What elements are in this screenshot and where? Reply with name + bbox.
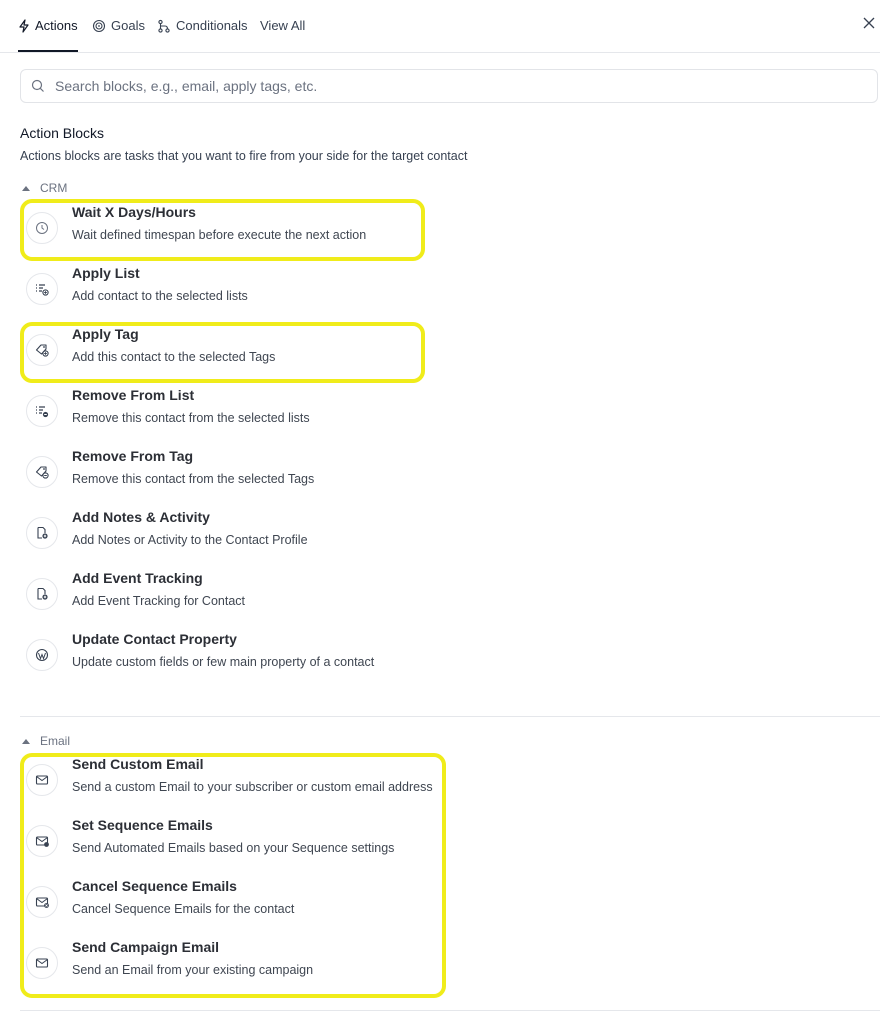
tab-actions[interactable]: Actions xyxy=(18,0,78,52)
block-icon-wrap xyxy=(26,273,58,305)
group-toggle-crm[interactable]: CRM xyxy=(22,181,67,195)
group-label-email: Email xyxy=(40,734,71,748)
list-add-icon xyxy=(36,284,49,296)
block-subtitle: Send Automated Emails based on your Sequ… xyxy=(72,841,395,855)
block-subtitle: Add Event Tracking for Contact xyxy=(72,594,246,608)
tab-bar: Actions Goals Conditionals View All xyxy=(0,0,880,53)
section-description: Actions blocks are tasks that you want t… xyxy=(20,149,468,163)
tab-view-all[interactable]: View All xyxy=(260,0,305,51)
block-apply-tag[interactable]: Apply Tag Add this contact to the select… xyxy=(26,325,526,375)
block-title: Apply Tag xyxy=(72,326,139,342)
tab-view-all-label: View All xyxy=(260,18,306,33)
block-wait[interactable]: Wait X Days/Hours Wait defined timespan … xyxy=(26,203,526,253)
block-icon-wrap xyxy=(26,639,58,671)
caret-up-icon xyxy=(22,738,30,744)
group-toggle-email[interactable]: Email xyxy=(22,734,70,748)
block-icon-wrap xyxy=(26,764,58,796)
block-icon-wrap xyxy=(26,947,58,979)
tag-add-icon xyxy=(35,344,49,357)
event-add-icon xyxy=(37,587,48,600)
block-title: Send Custom Email xyxy=(72,756,204,772)
block-title: Set Sequence Emails xyxy=(72,817,213,833)
email-sequence-icon xyxy=(35,836,49,847)
block-title: Wait X Days/Hours xyxy=(72,204,196,220)
block-add-notes[interactable]: Add Notes & Activity Add Notes or Activi… xyxy=(26,508,526,558)
block-subtitle: Add contact to the selected lists xyxy=(72,289,248,303)
block-subtitle: Add Notes or Activity to the Contact Pro… xyxy=(72,533,308,547)
block-subtitle: Send a custom Email to your subscriber o… xyxy=(72,780,433,794)
search-icon xyxy=(31,79,44,92)
block-subtitle: Remove this contact from the selected li… xyxy=(72,411,310,425)
tab-goals[interactable]: Goals xyxy=(92,0,145,51)
tab-actions-label: Actions xyxy=(35,18,78,33)
divider xyxy=(20,1010,880,1011)
block-title: Send Campaign Email xyxy=(72,939,220,955)
tag-remove-icon xyxy=(35,466,49,479)
block-subtitle: Send an Email from your existing campaig… xyxy=(72,963,314,977)
block-title: Add Notes & Activity xyxy=(72,509,210,525)
note-add-icon xyxy=(37,526,48,539)
tab-goals-label: Goals xyxy=(111,18,145,33)
block-icon-wrap xyxy=(26,212,58,244)
block-remove-tag[interactable]: Remove From Tag Remove this contact from… xyxy=(26,447,526,497)
bolt-icon xyxy=(19,18,29,33)
block-subtitle: Cancel Sequence Emails for the contact xyxy=(72,902,295,916)
group-label-crm: CRM xyxy=(40,181,68,195)
divider xyxy=(20,716,880,717)
tab-conditionals-label: Conditionals xyxy=(176,18,248,33)
block-icon-wrap xyxy=(26,825,58,857)
block-send-custom-email[interactable]: Send Custom Email Send a custom Email to… xyxy=(26,755,526,805)
block-title: Cancel Sequence Emails xyxy=(72,878,237,894)
block-remove-list[interactable]: Remove From List Remove this contact fro… xyxy=(26,386,526,436)
block-event-tracking[interactable]: Add Event Tracking Add Event Tracking fo… xyxy=(26,569,526,619)
block-send-campaign[interactable]: Send Campaign Email Send an Email from y… xyxy=(26,938,526,988)
close-button[interactable] xyxy=(862,16,880,34)
clock-icon xyxy=(36,222,48,234)
close-icon xyxy=(863,17,875,29)
wordpress-icon xyxy=(35,648,49,662)
email-campaign-icon xyxy=(35,958,48,968)
caret-up-icon xyxy=(22,185,30,191)
list-remove-icon xyxy=(36,406,49,418)
search-box xyxy=(20,69,878,103)
block-subtitle: Add this contact to the selected Tags xyxy=(72,350,276,364)
branch-icon xyxy=(158,19,170,33)
block-icon-wrap xyxy=(26,578,58,610)
block-title: Apply List xyxy=(72,265,140,281)
tab-conditionals[interactable]: Conditionals xyxy=(157,0,248,51)
block-subtitle: Wait defined timespan before execute the… xyxy=(72,228,367,242)
block-icon-wrap xyxy=(26,456,58,488)
block-subtitle: Update custom fields or few main propert… xyxy=(72,655,375,669)
block-title: Remove From Tag xyxy=(72,448,194,464)
section-title: Action Blocks xyxy=(20,125,105,141)
block-icon-wrap xyxy=(26,395,58,427)
search-input[interactable] xyxy=(53,77,837,95)
block-icon-wrap xyxy=(26,886,58,918)
block-title: Add Event Tracking xyxy=(72,570,203,586)
block-title: Remove From List xyxy=(72,387,195,403)
block-apply-list[interactable]: Apply List Add contact to the selected l… xyxy=(26,264,526,314)
block-update-contact[interactable]: Update Contact Property Update custom fi… xyxy=(26,630,526,680)
block-cancel-sequence[interactable]: Cancel Sequence Emails Cancel Sequence E… xyxy=(26,877,526,927)
email-send-icon xyxy=(35,775,48,785)
block-icon-wrap xyxy=(26,517,58,549)
email-cancel-icon xyxy=(35,897,49,908)
block-subtitle: Remove this contact from the selected Ta… xyxy=(72,472,315,486)
block-title: Update Contact Property xyxy=(72,631,237,647)
block-icon-wrap xyxy=(26,334,58,366)
target-icon xyxy=(92,19,106,32)
block-set-sequence[interactable]: Set Sequence Emails Send Automated Email… xyxy=(26,816,526,866)
